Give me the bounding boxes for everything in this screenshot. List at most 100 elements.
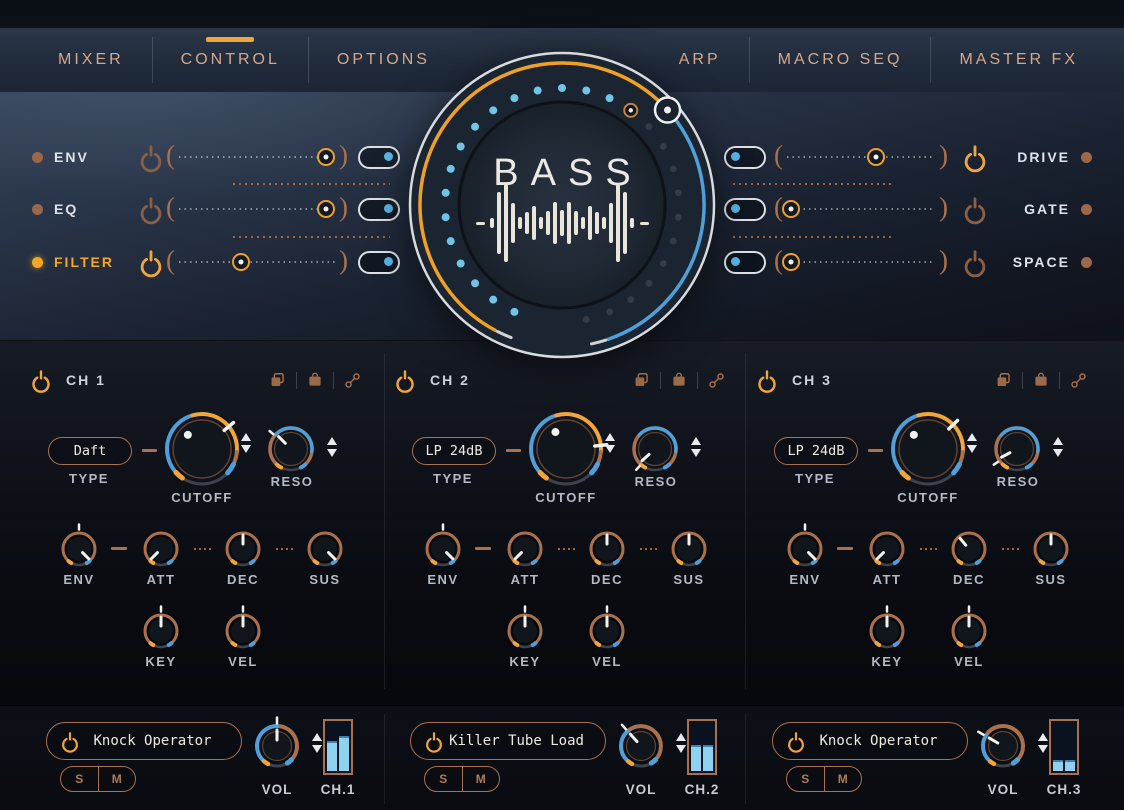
slider-handle[interactable]: [867, 148, 885, 166]
paste-icon[interactable]: [670, 371, 688, 389]
eq-toggle[interactable]: [358, 198, 400, 221]
drive-toggle[interactable]: [724, 146, 766, 169]
reso-stepper[interactable]: [690, 437, 702, 457]
preset-selector[interactable]: Killer Tube Load: [410, 722, 606, 760]
preset-selector[interactable]: Knock Operator: [772, 722, 968, 760]
copy-icon[interactable]: [632, 371, 651, 390]
solo-button[interactable]: S: [425, 767, 462, 791]
link-icon[interactable]: [1069, 371, 1088, 390]
volume-knob[interactable]: [975, 718, 1031, 774]
channel-power-button[interactable]: [30, 369, 52, 391]
reso-stepper[interactable]: [326, 437, 338, 457]
eq-power-button[interactable]: [138, 196, 164, 222]
volume-knob[interactable]: [613, 718, 669, 774]
preset-power-button[interactable]: [60, 731, 80, 751]
att-knob[interactable]: [139, 527, 183, 571]
slider-handle[interactable]: [317, 148, 335, 166]
cutoff-knob[interactable]: [518, 401, 614, 497]
dec-knob[interactable]: [585, 527, 629, 571]
filter-toggle[interactable]: [358, 251, 400, 274]
dec-knob[interactable]: [947, 527, 991, 571]
reso-knob[interactable]: [625, 419, 685, 479]
env-knob[interactable]: [57, 527, 101, 571]
step-up-icon[interactable]: [312, 733, 322, 741]
step-up-icon[interactable]: [1053, 437, 1063, 445]
slider-handle[interactable]: [782, 253, 800, 271]
copy-icon[interactable]: [268, 371, 287, 390]
step-down-icon[interactable]: [967, 445, 977, 453]
reso-knob[interactable]: [261, 419, 321, 479]
key-knob[interactable]: [503, 609, 547, 653]
vel-knob[interactable]: [585, 609, 629, 653]
reso-knob[interactable]: [987, 419, 1047, 479]
step-up-icon[interactable]: [327, 437, 337, 445]
sus-knob[interactable]: [303, 527, 347, 571]
reso-stepper[interactable]: [1052, 437, 1064, 457]
master-macro-knob[interactable]: BASS: [402, 45, 722, 365]
preset-power-button[interactable]: [424, 731, 444, 751]
att-knob[interactable]: [503, 527, 547, 571]
link-icon[interactable]: [707, 371, 726, 390]
mute-button[interactable]: M: [824, 767, 862, 791]
cutoff-knob[interactable]: [880, 401, 976, 497]
copy-icon[interactable]: [994, 371, 1013, 390]
step-down-icon[interactable]: [1038, 745, 1048, 753]
drive-amount-slider[interactable]: [785, 148, 937, 166]
vel-knob[interactable]: [947, 609, 991, 653]
env-knob[interactable]: [783, 527, 827, 571]
env-amount-slider[interactable]: [177, 148, 337, 166]
key-knob[interactable]: [139, 609, 183, 653]
paste-icon[interactable]: [1032, 371, 1050, 389]
space-amount-slider[interactable]: [785, 253, 937, 271]
step-down-icon[interactable]: [1053, 449, 1063, 457]
mute-button[interactable]: M: [98, 767, 136, 791]
solo-button[interactable]: S: [61, 767, 98, 791]
cutoff-stepper[interactable]: [240, 433, 252, 453]
preset-selector[interactable]: Knock Operator: [46, 722, 242, 760]
env-knob[interactable]: [421, 527, 465, 571]
env-power-button[interactable]: [138, 144, 164, 170]
cutoff-stepper[interactable]: [966, 433, 978, 453]
slider-handle[interactable]: [782, 200, 800, 218]
env-toggle[interactable]: [358, 146, 400, 169]
step-up-icon[interactable]: [676, 733, 686, 741]
eq-amount-slider[interactable]: [177, 200, 337, 218]
filter-amount-slider[interactable]: [177, 253, 337, 271]
step-down-icon[interactable]: [605, 445, 615, 453]
step-down-icon[interactable]: [327, 449, 337, 457]
channel-power-button[interactable]: [394, 369, 416, 391]
filter-type-select[interactable]: Daft: [48, 437, 132, 465]
paste-icon[interactable]: [306, 371, 324, 389]
cutoff-stepper[interactable]: [604, 433, 616, 453]
step-up-icon[interactable]: [1038, 733, 1048, 741]
tab-mixer[interactable]: MIXER: [30, 28, 152, 92]
tab-macro-seq[interactable]: MACRO SEQ: [750, 28, 931, 92]
gate-toggle[interactable]: [724, 198, 766, 221]
dec-knob[interactable]: [221, 527, 265, 571]
step-up-icon[interactable]: [691, 437, 701, 445]
volume-stepper[interactable]: [311, 733, 323, 753]
mute-button[interactable]: M: [462, 767, 500, 791]
drive-power-button[interactable]: [962, 144, 988, 170]
step-up-icon[interactable]: [605, 433, 615, 441]
step-down-icon[interactable]: [676, 745, 686, 753]
solo-button[interactable]: S: [787, 767, 824, 791]
tab-control[interactable]: CONTROL: [153, 28, 308, 92]
step-up-icon[interactable]: [241, 433, 251, 441]
preset-power-button[interactable]: [786, 731, 806, 751]
sus-knob[interactable]: [1029, 527, 1073, 571]
slider-handle[interactable]: [232, 253, 250, 271]
volume-knob[interactable]: [249, 718, 305, 774]
step-down-icon[interactable]: [691, 449, 701, 457]
step-down-icon[interactable]: [312, 745, 322, 753]
volume-stepper[interactable]: [1037, 733, 1049, 753]
space-power-button[interactable]: [962, 249, 988, 275]
tab-master-fx[interactable]: MASTER FX: [931, 28, 1106, 92]
slider-handle[interactable]: [317, 200, 335, 218]
link-icon[interactable]: [343, 371, 362, 390]
sus-knob[interactable]: [667, 527, 711, 571]
filter-power-button[interactable]: [138, 249, 164, 275]
att-knob[interactable]: [865, 527, 909, 571]
volume-stepper[interactable]: [675, 733, 687, 753]
filter-type-select[interactable]: LP 24dB: [774, 437, 858, 465]
